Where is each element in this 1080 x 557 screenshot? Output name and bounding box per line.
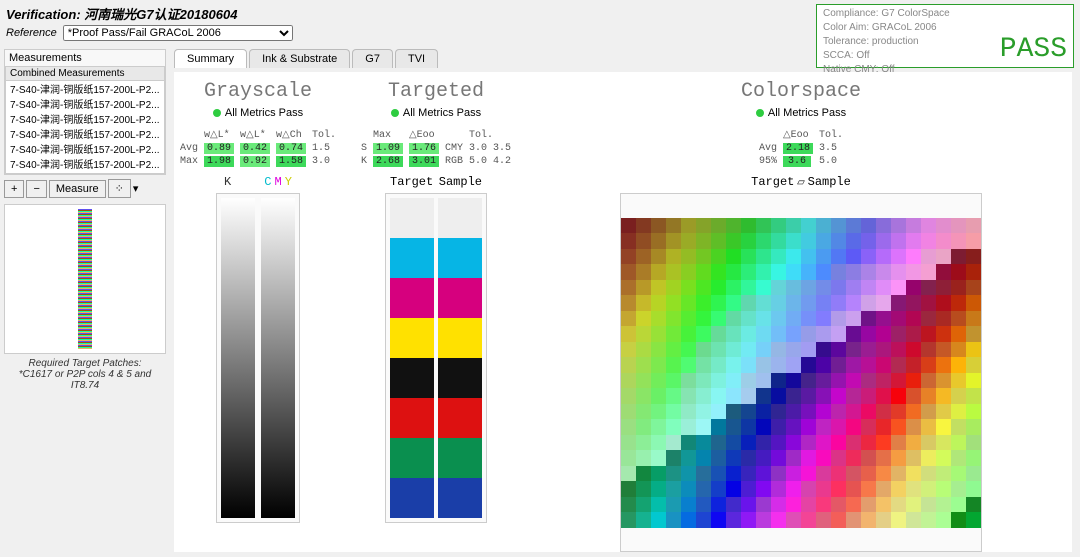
list-item[interactable]: 7-S40-津润-铜版纸157-200L-P2... xyxy=(6,141,164,156)
pass-dot-icon xyxy=(213,109,221,117)
tab-summary[interactable]: Summary xyxy=(174,49,247,68)
patch-strip-icon xyxy=(78,209,92,349)
colorspace-pass: All Metrics Pass xyxy=(768,107,846,119)
grayscale-panel: Grayscale All Metrics Pass w△L*w△L*w△ChT… xyxy=(178,80,338,552)
dropdown-icon[interactable]: ▾ xyxy=(133,182,139,195)
list-item[interactable]: 7-S40-津润-铜版纸157-200L-P2... xyxy=(6,96,164,111)
grayscale-metrics: w△L*w△L*w△ChTol. Avg0.890.420.741.5 Max1… xyxy=(176,127,340,169)
measurements-list[interactable]: Combined Measurements 7-S40-津润-铜版纸157-20… xyxy=(5,66,165,174)
measurements-title: Measurements xyxy=(5,50,165,66)
patch-preview xyxy=(4,204,166,354)
reference-label: Reference xyxy=(6,27,57,39)
list-item[interactable]: 7-S40-津润-铜版纸157-200L-P2... xyxy=(6,81,164,96)
targeted-panel: Targeted All Metrics Pass Max△EooTol. S1… xyxy=(356,80,516,552)
add-button[interactable]: + xyxy=(4,180,24,198)
colorspace-title: Colorspace xyxy=(741,80,861,103)
compliance-line: Compliance: G7 ColorSpace xyxy=(823,7,1000,21)
list-header: Combined Measurements xyxy=(6,67,164,81)
grayscale-pass: All Metrics Pass xyxy=(225,107,303,119)
pass-dot-icon xyxy=(756,109,764,117)
targeted-title: Targeted xyxy=(388,80,484,103)
sidebar: Measurements Combined Measurements 7-S40… xyxy=(0,45,170,557)
required-patches-label: Required Target Patches: xyxy=(4,358,166,369)
coloraim-line: Color Aim: GRACoL 2006 xyxy=(823,21,1000,35)
tolerance-line: Tolerance: production xyxy=(823,35,1000,49)
list-item[interactable]: 7-S40-津润-铜版纸157-200L-P2... xyxy=(6,111,164,126)
nativecmy-line: Native CMY: Off xyxy=(823,63,1000,77)
colorspace-metrics: △EooTol. Avg2.183.5 95%3.65.0 xyxy=(755,127,847,169)
list-item[interactable]: 7-S40-津润-铜版纸157-200L-P2... xyxy=(6,171,164,174)
targeted-pass: All Metrics Pass xyxy=(403,107,481,119)
targeted-metrics: Max△EooTol. S1.091.76CMY3.0 3.5 K2.683.0… xyxy=(357,127,515,169)
required-patches-detail: *C1617 or P2P cols 4 & 5 and IT8.74 xyxy=(4,369,166,391)
targeted-strips xyxy=(385,193,487,523)
scca-line: SCCA: Off xyxy=(823,49,1000,63)
colorspace-panel: Colorspace All Metrics Pass △EooTol. Avg… xyxy=(534,80,1068,552)
grayscale-title: Grayscale xyxy=(204,80,312,103)
tab-g7[interactable]: G7 xyxy=(352,49,393,68)
pass-dot-icon xyxy=(391,109,399,117)
grayscale-strips xyxy=(216,193,300,523)
list-item[interactable]: 7-S40-津润-铜版纸157-200L-P2... xyxy=(6,126,164,141)
list-item[interactable]: 7-S40-津润-铜版纸157-200L-P2... xyxy=(6,156,164,171)
tab-ink-substrate[interactable]: Ink & Substrate xyxy=(249,49,350,68)
tab-tvi[interactable]: TVI xyxy=(395,49,438,68)
reference-select[interactable]: *Proof Pass/Fail GRACoL 2006 xyxy=(63,25,293,41)
config-button[interactable]: ⁘ xyxy=(108,179,131,198)
remove-button[interactable]: − xyxy=(26,180,46,198)
compliance-panel: Compliance: G7 ColorSpace Color Aim: GRA… xyxy=(816,4,1074,68)
measure-button[interactable]: Measure xyxy=(49,180,106,198)
pass-result: PASS xyxy=(1000,34,1067,65)
colorspace-chart xyxy=(620,193,982,552)
content: Summary Ink & Substrate G7 TVI Grayscale… xyxy=(170,45,1080,557)
